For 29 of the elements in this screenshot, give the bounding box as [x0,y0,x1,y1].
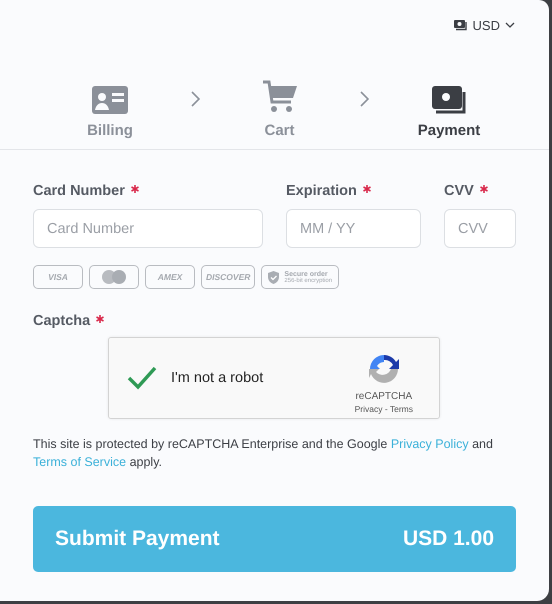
input-field[interactable]: CVV [444,209,516,248]
chevron-icon [359,90,370,106]
currency-dropdown[interactable]: USD [454,14,515,36]
submit-payment-button[interactable]: Submit Payment USD 1.00 [33,506,516,572]
card-brand-badge: VISA [33,265,83,289]
checkmark-icon[interactable] [127,366,157,390]
card-brand-badge [89,265,139,289]
field-label: Captcha [33,313,90,329]
legal-link[interactable]: Privacy Policy [390,437,469,451]
legal-link[interactable]: Terms of Service [33,455,126,469]
step-label: Cart [264,122,294,138]
input-field[interactable]: Card Number [33,209,263,248]
recaptcha-brand: reCAPTCHA [355,390,412,402]
step-label: Payment [418,122,480,138]
card-brand-badge: DISCOVER [201,265,256,289]
recaptcha-logo-icon [368,352,400,384]
field-label: Expiration [286,183,357,199]
input-field[interactable]: MM / YY [286,209,421,248]
field-label: CVV [444,183,474,199]
card-brand-badge: AMEX [145,265,195,289]
step-label: Billing [87,122,133,138]
legal-notice: This site is protected by reCAPTCHA Enterprise and the Google Privacy Policy and Terms of Service apply. [33,436,494,471]
cash-icon [454,19,468,31]
captcha-label: I'm not a robot [171,370,264,386]
chevron-down-icon [505,22,515,28]
field-label: Card Number [33,183,125,199]
payment-amount: USD 1.00 [402,527,494,551]
chevron-icon [190,90,200,106]
privacy-terms-links[interactable]: Privacy - Terms [354,404,413,414]
